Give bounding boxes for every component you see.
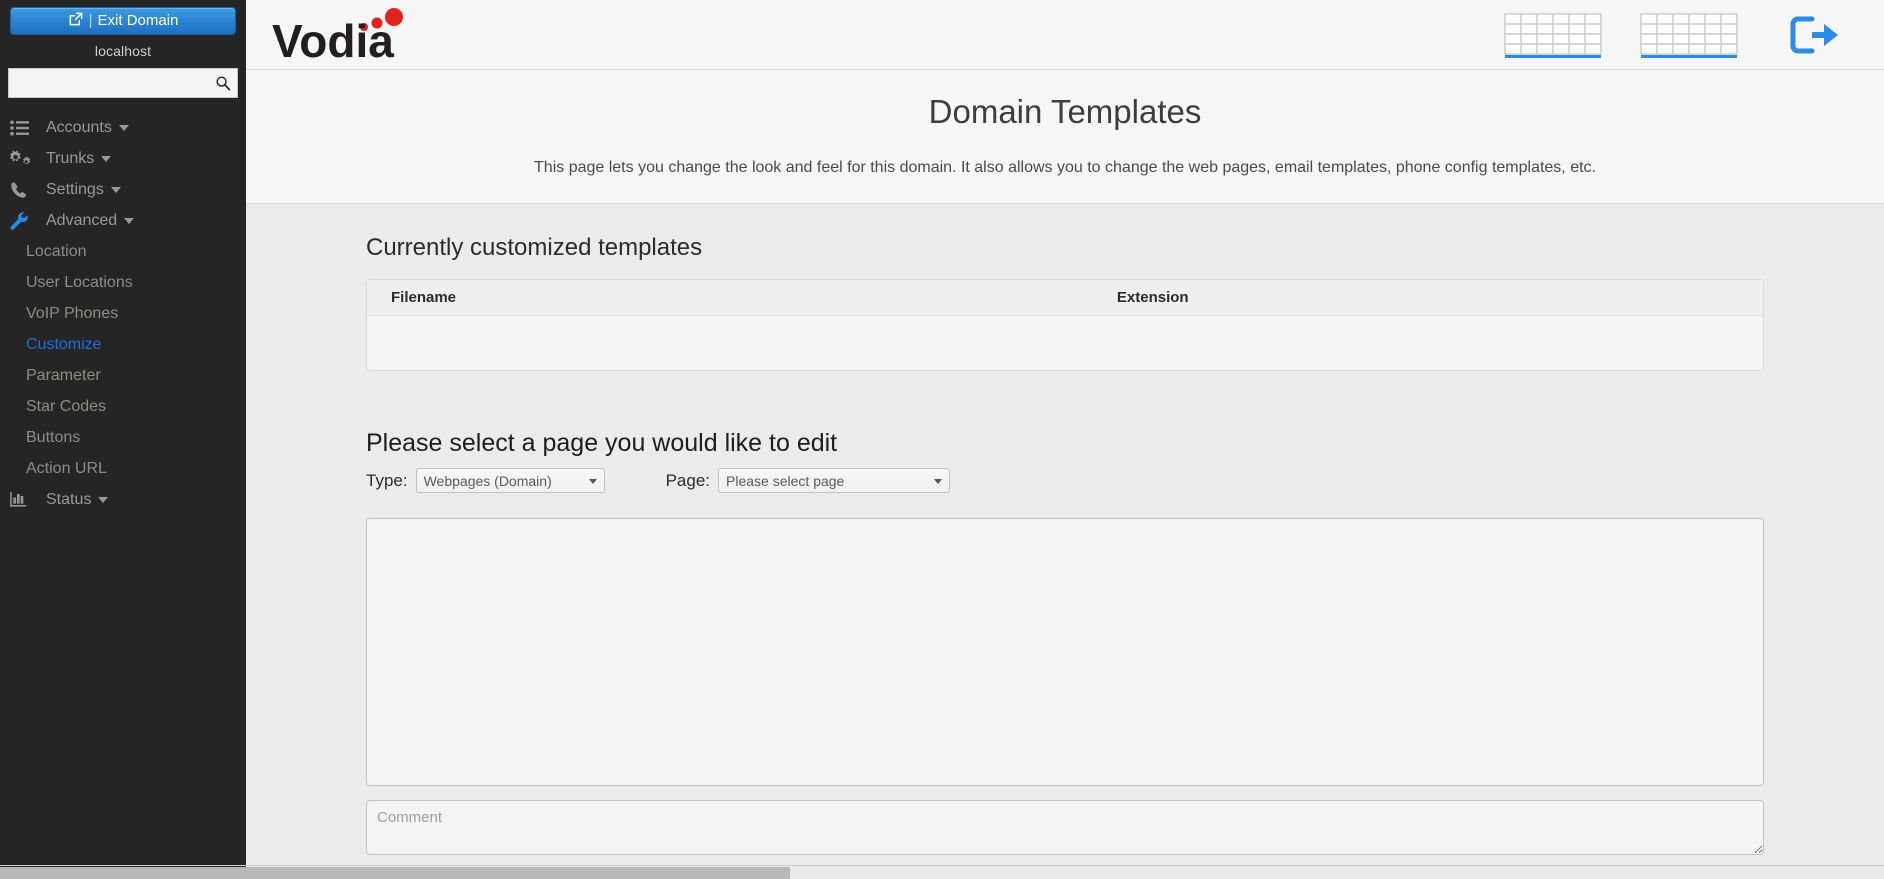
chevron-down-icon [124,217,135,224]
top-bar: Vodia [246,0,1884,70]
search-input[interactable] [8,68,238,98]
bar-chart-icon [10,490,32,510]
sidebar-item-settings[interactable]: Settings [0,174,246,205]
sidebar-item-user-locations[interactable]: User Locations [0,267,246,298]
page-header: Domain Templates This page lets you chan… [246,70,1884,204]
list-icon [10,118,32,138]
sidebar-item-buttons[interactable]: Buttons [0,422,246,453]
page-select-wrapper: Please select page [718,468,951,494]
chevron-down-icon [98,496,109,503]
sidebar-item-action-url[interactable]: Action URL [0,453,246,484]
topbar-icon-group [1504,9,1862,61]
sidebar-item-label: Settings [46,180,104,198]
sidebar-subitem-label: Action URL [26,459,107,477]
exit-domain-label: Exit Domain [97,12,179,29]
sidebar-subitem-label: Location [26,242,87,260]
type-select[interactable]: Webpages (Domain) [415,468,605,494]
horizontal-scrollbar[interactable] [0,865,1884,879]
sidebar-subitem-label: Customize [26,335,102,353]
page-editor-heading: Please select a page you would like to e… [366,428,838,457]
sidebar-subitem-label: Buttons [26,428,81,446]
sidebar-nav: Accounts Trunks Settings Advanced Locati… [0,112,246,515]
page-select[interactable]: Please select page [718,468,951,494]
sidebar-item-location[interactable]: Location [0,236,246,267]
sidebar-subitem-label: User Locations [26,273,133,291]
type-select-wrapper: Webpages (Domain) [415,468,605,494]
comment-textarea[interactable] [366,799,1764,855]
sidebar-subitem-label: VoIP Phones [26,304,119,322]
sidebar-item-label: Status [46,490,92,508]
sidebar: | Exit Domain localhost Accounts Trunks … [0,0,246,879]
wrench-icon [10,211,32,231]
sidebar-item-parameter[interactable]: Parameter [0,360,246,391]
gears-icon [10,149,32,169]
page-title: Domain Templates [928,93,1202,130]
table-cell [367,316,1093,362]
table-cell [1093,316,1763,362]
customized-templates-heading: Currently customized templates [366,233,703,261]
external-link-icon [68,10,83,36]
grid-table-icon-1[interactable] [1504,9,1602,61]
content-area: Currently customized templates Filename … [246,203,1884,879]
logout-icon[interactable] [1788,14,1840,56]
sidebar-item-accounts[interactable]: Accounts [0,112,246,143]
sidebar-item-label: Accounts [46,118,112,136]
exit-domain-separator: | [88,12,93,29]
column-header-filename: Filename [367,279,1093,317]
chevron-down-icon [110,186,121,193]
phone-icon [10,180,32,200]
sidebar-item-voip-phones[interactable]: VoIP Phones [0,298,246,329]
chevron-down-icon [101,155,112,162]
sidebar-item-status[interactable]: Status [0,484,246,515]
sidebar-item-label: Advanced [46,211,118,229]
template-editor-textarea[interactable] [366,517,1764,786]
sidebar-item-trunks[interactable]: Trunks [0,143,246,174]
sidebar-subitem-label: Star Codes [26,397,107,415]
type-label: Type: [366,470,408,490]
table-header-row: Filename Extension [367,279,1763,317]
main-content: Vodia Domain Templates This page lets yo… [246,0,1884,879]
svg-text:Vodia: Vodia [272,15,394,63]
chevron-down-icon [118,124,129,131]
exit-domain-button[interactable]: | Exit Domain [10,7,236,35]
page-editor-selectors: Type: Webpages (Domain) Page: Please sel… [246,466,1884,496]
horizontal-scrollbar-thumb[interactable] [0,867,790,879]
sidebar-item-label: Trunks [46,149,95,167]
vodia-logo: Vodia [272,0,412,69]
column-header-extension: Extension [1092,279,1763,317]
sidebar-item-customize[interactable]: Customize [0,329,246,360]
sidebar-subitem-label: Parameter [26,366,101,384]
table-body [367,316,1763,362]
customized-templates-table: Filename Extension [367,279,1763,362]
application-window: | Exit Domain localhost Accounts Trunks … [0,0,1884,879]
page-description: This page lets you change the look and f… [534,158,1596,176]
domain-name-label: localhost [94,43,152,59]
table-head: Filename Extension [367,279,1763,317]
sidebar-item-star-codes[interactable]: Star Codes [0,391,246,422]
table-empty-row [367,316,1763,362]
sidebar-item-advanced[interactable]: Advanced [0,205,246,236]
search-container [8,68,238,98]
customized-templates-panel: Filename Extension [366,278,1764,371]
page-label: Page: [665,470,711,490]
grid-table-icon-2[interactable] [1640,9,1738,61]
